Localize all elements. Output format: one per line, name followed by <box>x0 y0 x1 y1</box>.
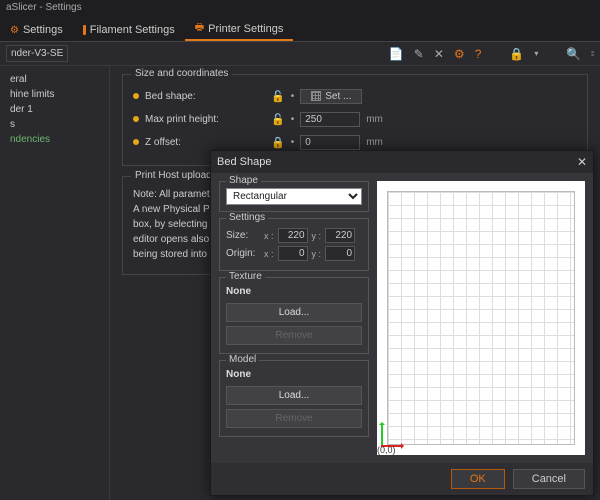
ok-button[interactable]: OK <box>451 469 505 489</box>
unit-label: mm <box>366 137 383 148</box>
save-icon[interactable]: 📄 <box>389 47 404 61</box>
bed-shape-dialog: Bed Shape ✕ Shape Rectangular Settings S… <box>210 150 594 496</box>
size-x-input[interactable] <box>278 228 308 243</box>
texture-none-label: None <box>226 284 362 301</box>
expand-icon[interactable]: ⦂ <box>591 48 594 59</box>
help-icon[interactable]: ? <box>475 47 482 61</box>
unlock-icon[interactable]: 🔓 <box>271 113 285 126</box>
printer-icon <box>195 20 204 37</box>
origin-coord-label: (0,0) <box>377 445 396 455</box>
sidebar-item-extruder[interactable]: der 1 <box>4 102 105 117</box>
texture-remove-button: Remove <box>226 326 362 345</box>
x-label: x : <box>264 231 274 241</box>
main-tabs: Settings Filament Settings Printer Setti… <box>0 18 600 42</box>
unlock-icon[interactable]: 🔓 <box>271 90 285 103</box>
compare-icon[interactable]: ⚙ <box>454 47 465 61</box>
texture-fieldset: Texture None Load... Remove <box>219 277 369 354</box>
grid-icon <box>311 91 321 101</box>
shape-select[interactable]: Rectangular <box>226 188 362 205</box>
dots-icon: • <box>291 91 295 102</box>
model-remove-button: Remove <box>226 409 362 428</box>
preset-bar: nder-V3-SE 📄 ✎ ✕ ⚙ ? 🔒 ▾ 🔍 ⦂ <box>0 42 600 66</box>
model-fieldset: Model None Load... Remove <box>219 360 369 437</box>
origin-x-input[interactable] <box>278 246 308 261</box>
close-icon[interactable]: ✕ <box>577 155 587 169</box>
x-label: x : <box>264 249 274 259</box>
tab-printer-settings[interactable]: Printer Settings <box>185 18 294 41</box>
dialog-title-text: Bed Shape <box>217 156 271 168</box>
size-label: Size: <box>226 230 260 241</box>
settings-legend: Settings <box>226 212 268 223</box>
y-label: y : <box>312 249 322 259</box>
settings-sidebar: eral hine limits der 1 s ndencies <box>0 66 110 500</box>
y-label: y : <box>312 231 322 241</box>
unit-label: mm <box>366 114 383 125</box>
search-icon[interactable]: 🔍 <box>566 47 581 61</box>
sidebar-item-dependencies[interactable]: ndencies <box>4 132 105 147</box>
dialog-titlebar: Bed Shape ✕ <box>211 151 593 173</box>
size-legend: Size and coordinates <box>131 68 232 79</box>
host-legend: Print Host upload <box>131 170 216 181</box>
bullet-icon <box>133 139 139 145</box>
z-offset-input[interactable] <box>300 135 360 150</box>
window-titlebar: aSlicer - Settings <box>0 0 600 18</box>
texture-load-button[interactable]: Load... <box>226 303 362 322</box>
max-height-label: Max print height: <box>145 114 265 125</box>
gear-icon <box>10 24 19 36</box>
cancel-button[interactable]: Cancel <box>513 469 585 489</box>
tab-print-settings[interactable]: Settings <box>0 18 73 41</box>
bullet-icon <box>133 116 139 122</box>
rename-icon[interactable]: ✎ <box>414 47 424 61</box>
bed-shape-label: Bed shape: <box>145 91 265 102</box>
delete-icon[interactable]: ✕ <box>434 47 444 61</box>
printer-preset-select[interactable]: nder-V3-SE <box>6 45 68 62</box>
model-none-label: None <box>226 367 362 384</box>
origin-y-input[interactable] <box>325 246 355 261</box>
tab-filament-settings[interactable]: Filament Settings <box>73 18 185 41</box>
settings-fieldset: Settings Size: x : y : Origin: x : y : <box>219 218 369 271</box>
z-offset-label: Z offset: <box>145 137 265 148</box>
origin-label: Origin: <box>226 248 260 259</box>
dots-icon: • <box>291 137 295 148</box>
texture-legend: Texture <box>226 271 265 282</box>
filament-icon <box>83 25 86 35</box>
bed-shape-set-button[interactable]: Set ... <box>300 89 362 104</box>
sidebar-item-notes[interactable]: s <box>4 117 105 132</box>
model-legend: Model <box>226 354 259 365</box>
lock-toolbar-icon[interactable]: 🔒 <box>509 47 524 61</box>
lock-icon[interactable]: 🔒 <box>271 136 285 149</box>
bed-preview: (0,0) <box>377 181 585 455</box>
sidebar-item-general[interactable]: eral <box>4 72 105 87</box>
bullet-icon <box>133 93 139 99</box>
y-axis-icon <box>381 423 383 445</box>
shape-legend: Shape <box>226 175 261 186</box>
sidebar-item-machine-limits[interactable]: hine limits <box>4 87 105 102</box>
max-height-input[interactable] <box>300 112 360 127</box>
size-y-input[interactable] <box>325 228 355 243</box>
dots-icon: • <box>291 114 295 125</box>
shape-fieldset: Shape Rectangular <box>219 181 369 212</box>
model-load-button[interactable]: Load... <box>226 386 362 405</box>
chevron-down-icon[interactable]: ▾ <box>534 49 538 58</box>
bed-grid <box>387 191 575 445</box>
